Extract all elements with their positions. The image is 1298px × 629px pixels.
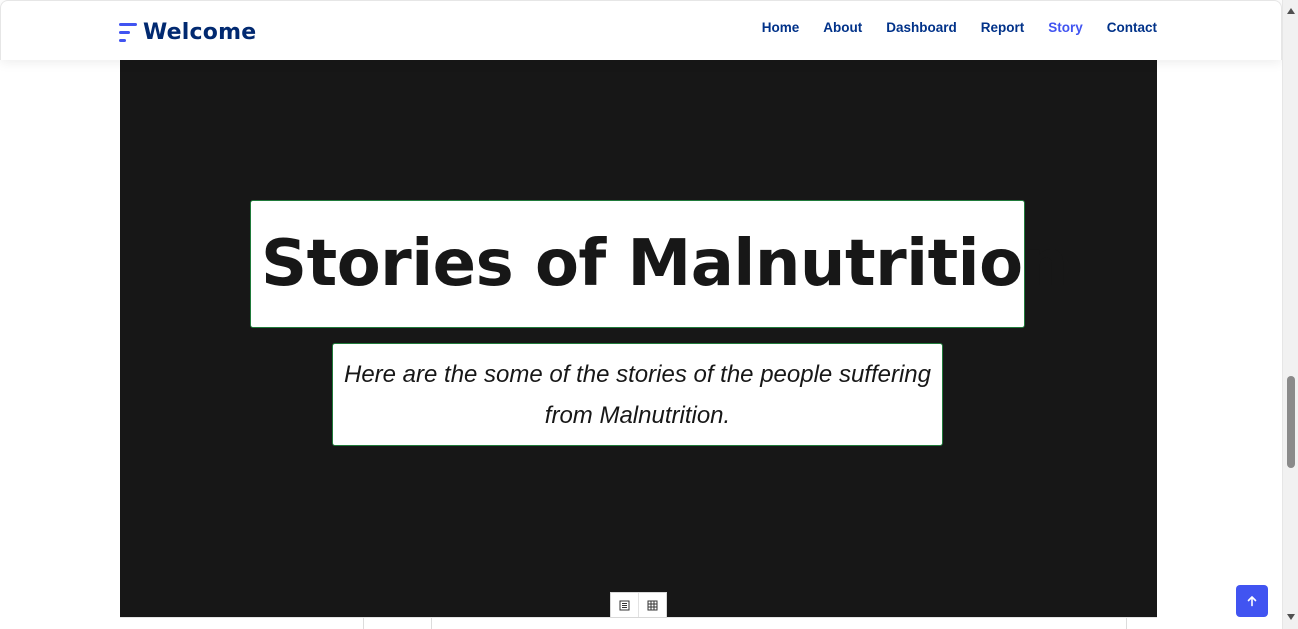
nav-story[interactable]: Story <box>1048 20 1083 35</box>
brand-logo[interactable]: Welcome <box>119 17 256 47</box>
strip-divider <box>1126 618 1127 629</box>
content-strip <box>120 617 1157 629</box>
grid-view-icon <box>647 600 658 610</box>
page-title: Stories of Malnutrition <box>261 227 1068 301</box>
strip-divider <box>431 618 432 629</box>
grid-view-button[interactable] <box>639 593 666 617</box>
list-view-button[interactable] <box>611 593 639 617</box>
nav-about[interactable]: About <box>823 20 862 35</box>
title-box: Stories of Malnutrition <box>250 200 1068 328</box>
scroll-thumb[interactable] <box>1287 376 1295 468</box>
hero-section: Stories of Malnutrition Here are the som… <box>120 60 1157 617</box>
view-toolbar <box>610 592 667 618</box>
brand-name: Welcome <box>143 19 257 45</box>
strip-divider <box>363 618 364 629</box>
site-header: Welcome Home About Dashboard Report Stor… <box>0 0 1282 60</box>
subtitle-box: Here are the some of the stories of the … <box>332 343 943 446</box>
scroll-down-icon[interactable] <box>1286 612 1296 622</box>
arrow-up-icon <box>1247 596 1257 607</box>
main-nav: Home About Dashboard Report Story Contac… <box>762 20 1157 35</box>
nav-home[interactable]: Home <box>762 20 800 35</box>
nav-dashboard[interactable]: Dashboard <box>886 20 957 35</box>
nav-report[interactable]: Report <box>981 20 1025 35</box>
menu-lines-icon <box>119 21 137 43</box>
back-to-top-button[interactable] <box>1236 585 1268 617</box>
page: Welcome Home About Dashboard Report Stor… <box>0 0 1298 629</box>
nav-contact[interactable]: Contact <box>1107 20 1157 35</box>
list-view-icon <box>619 600 630 610</box>
vertical-scrollbar[interactable] <box>1282 0 1298 629</box>
page-subtitle: Here are the some of the stories of the … <box>343 360 931 429</box>
scroll-up-icon[interactable] <box>1286 6 1296 16</box>
